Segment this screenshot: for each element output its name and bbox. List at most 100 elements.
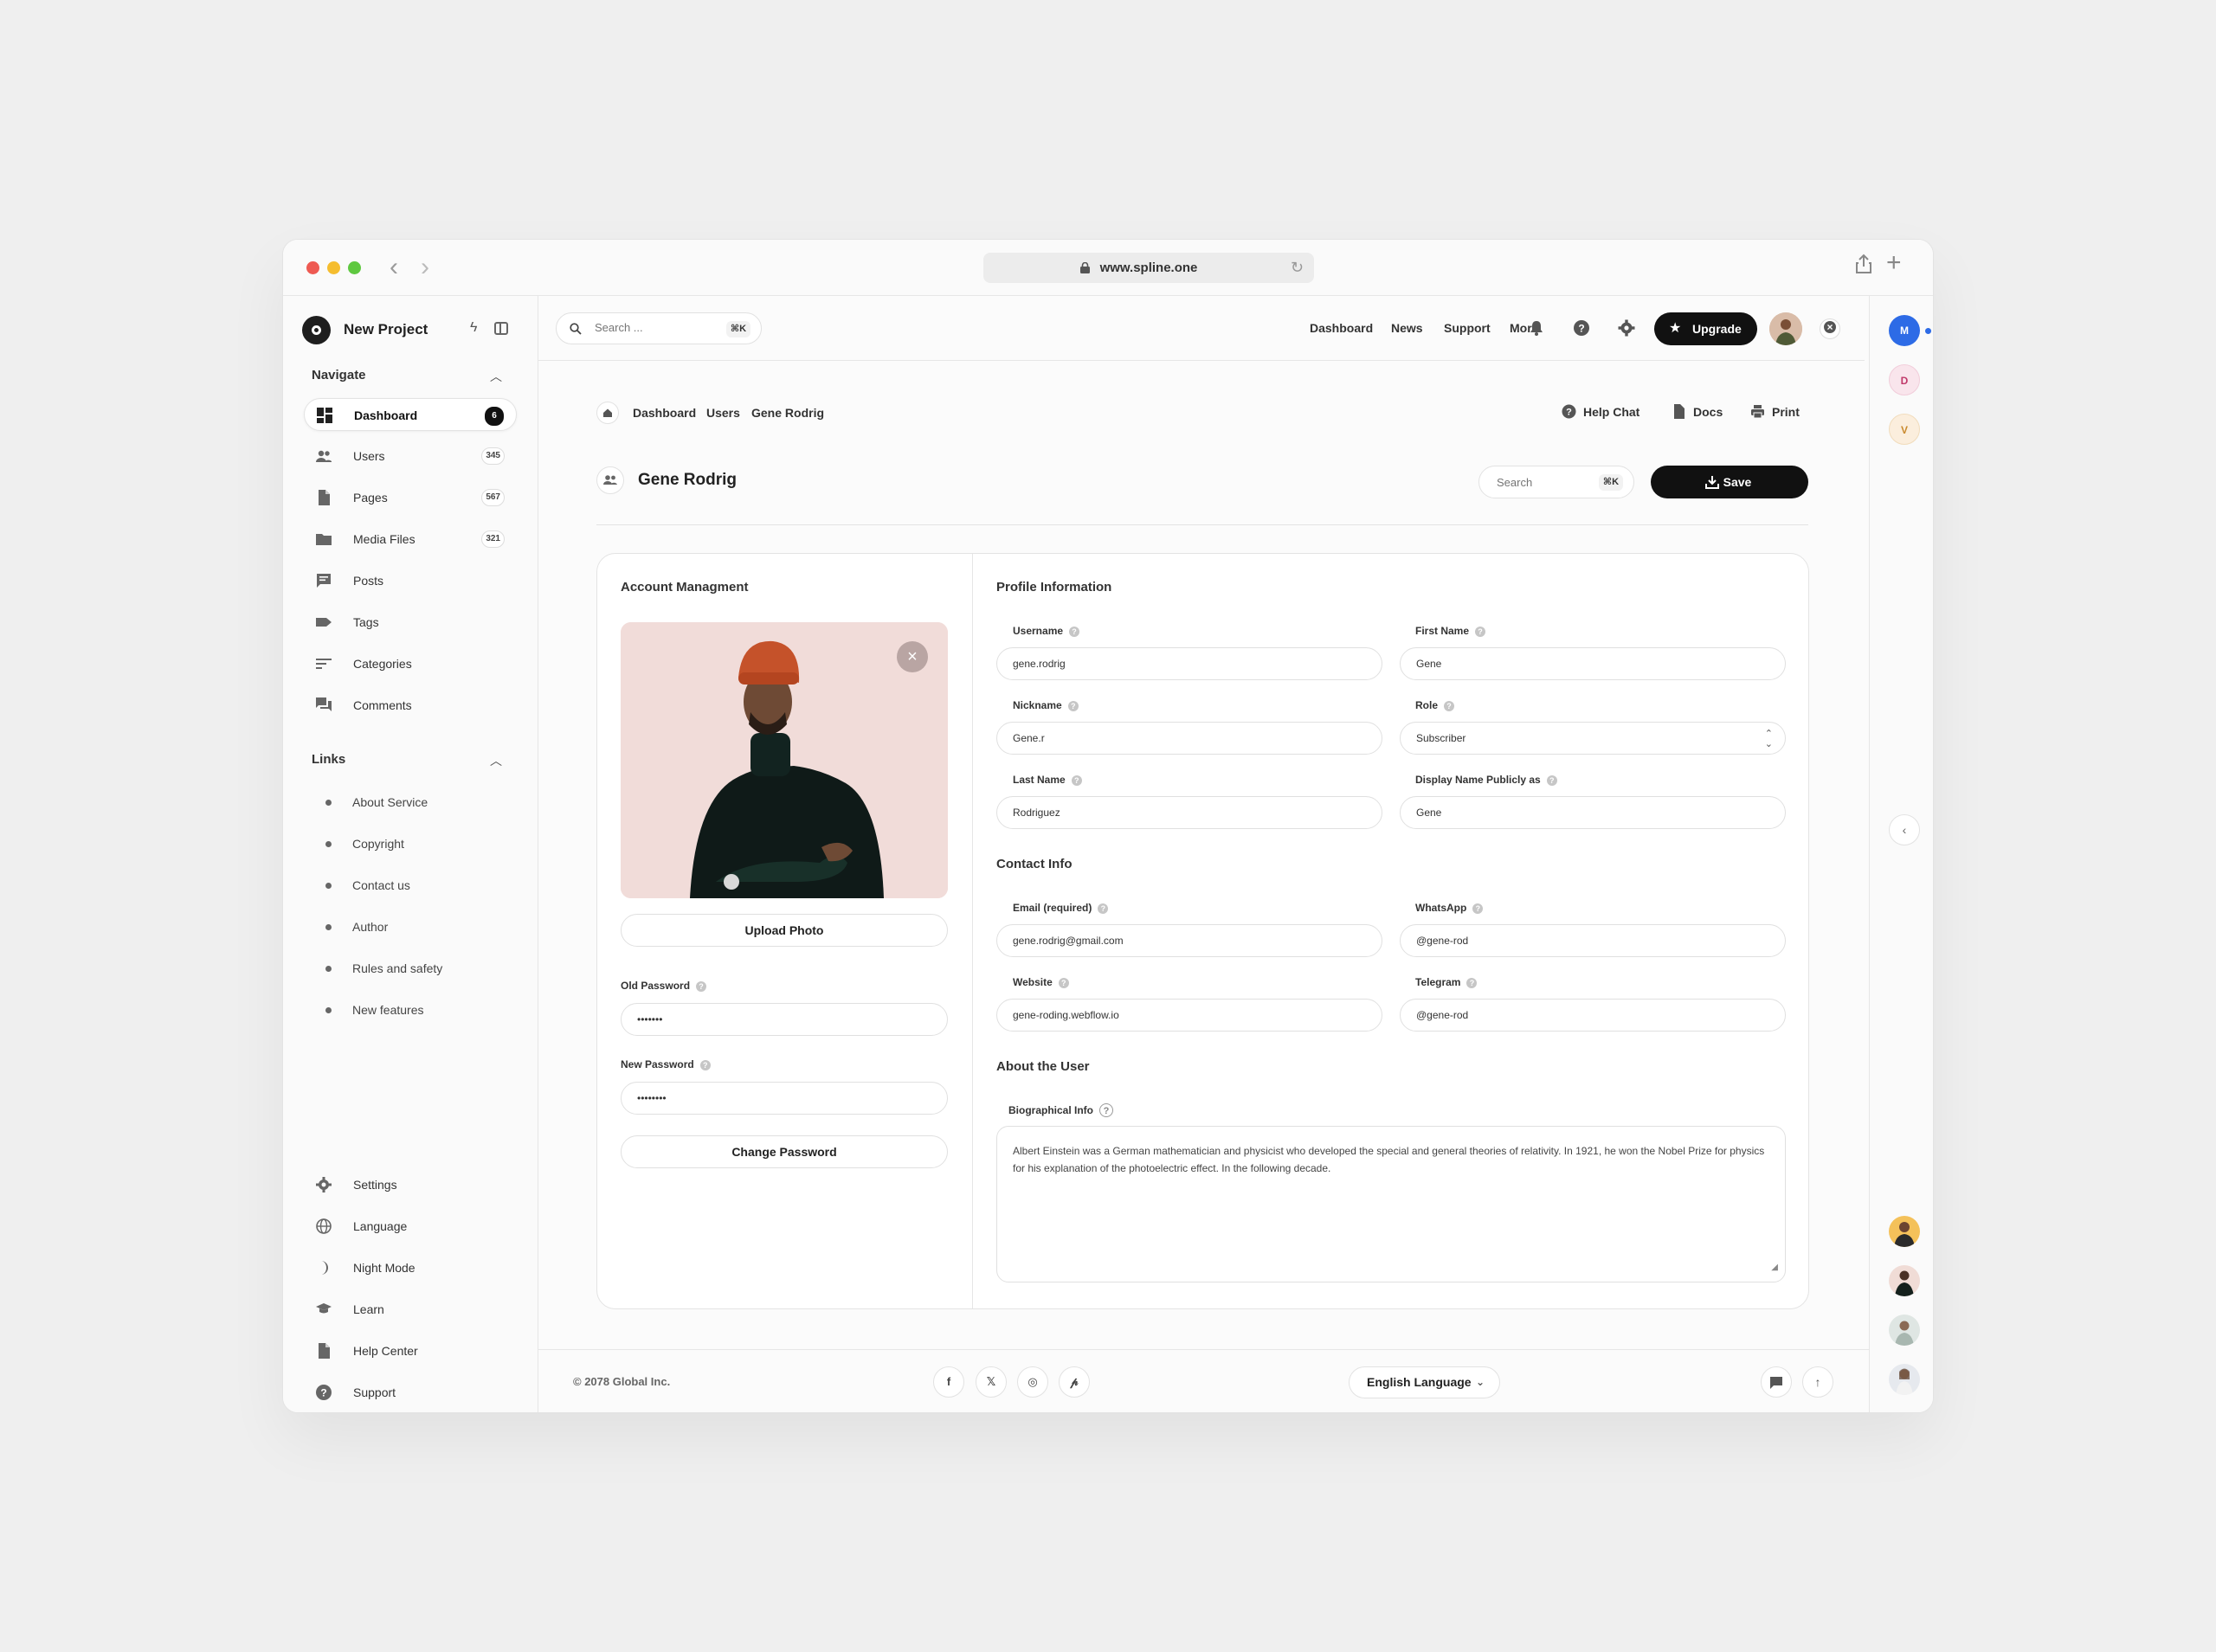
brand-logo — [302, 316, 331, 344]
forward-arrow-icon[interactable]: › — [415, 254, 435, 280]
email-field[interactable]: gene.rodrig@gmail.com — [996, 924, 1382, 957]
role-select[interactable]: Subscriber ⌃ ⌄ — [1400, 722, 1786, 755]
topnav-support[interactable]: Support — [1444, 321, 1491, 335]
sidebar-item-media-files[interactable]: Media Files 321 — [304, 523, 517, 556]
sidebar-item-language[interactable]: Language — [304, 1210, 517, 1243]
website-field[interactable]: gene-roding.webflow.io — [996, 999, 1382, 1032]
new-password-field[interactable]: •••••••• — [621, 1082, 948, 1115]
help-chat-button[interactable]: ? Help Chat — [1562, 404, 1639, 419]
breadcrumb-users[interactable]: Users — [706, 406, 740, 420]
close-icon[interactable] — [1820, 318, 1840, 339]
last-name-field[interactable]: Rodriguez — [996, 796, 1382, 829]
sidebar-item-label: Pages — [353, 491, 388, 505]
remove-photo-button[interactable]: × — [897, 641, 928, 672]
display-name-field[interactable]: Gene — [1400, 796, 1786, 829]
workspace-avatar-d[interactable]: D — [1889, 364, 1920, 395]
sidebar-item-support[interactable]: ? Support — [304, 1376, 517, 1409]
facebook-icon[interactable]: f — [933, 1366, 964, 1398]
gear-icon[interactable] — [1618, 319, 1635, 337]
home-icon[interactable] — [596, 402, 619, 424]
sidebar-item-learn[interactable]: Learn — [304, 1293, 517, 1326]
sidebar-item-tags[interactable]: Tags — [304, 606, 517, 639]
comments-icon — [316, 697, 332, 711]
sidebar-item-label: Settings — [353, 1178, 397, 1192]
sidebar-item-posts[interactable]: Posts — [304, 564, 517, 597]
reload-icon[interactable]: ↻ — [1291, 260, 1304, 275]
user-avatar[interactable] — [1769, 312, 1802, 345]
scroll-to-top-icon[interactable]: ↑ — [1802, 1366, 1833, 1398]
new-tab-icon[interactable]: + — [1886, 250, 1902, 276]
docs-button[interactable]: Docs — [1674, 404, 1723, 419]
workspace-avatar-v[interactable]: V — [1889, 414, 1920, 445]
folder-icon — [316, 534, 332, 545]
sidebar-item-night-mode[interactable]: Night Mode — [304, 1251, 517, 1284]
upgrade-button[interactable]: ★ Upgrade — [1654, 312, 1757, 345]
global-search[interactable]: ⌘K — [556, 312, 762, 344]
close-window-button[interactable] — [306, 261, 319, 274]
telegram-field[interactable]: @gene-rod — [1400, 999, 1786, 1032]
copyright-text: © 2078 Global Inc. — [573, 1375, 671, 1388]
chevron-down-icon: ⌄ — [1475, 1376, 1485, 1388]
first-name-field[interactable]: Gene — [1400, 647, 1786, 680]
member-avatar[interactable] — [1889, 1216, 1920, 1247]
workspace-avatar-m[interactable]: M — [1889, 315, 1920, 346]
sidebar-toggle-icon[interactable] — [494, 322, 508, 335]
link-label: Contact us — [352, 878, 410, 892]
back-arrow-icon[interactable]: ‹ — [383, 254, 404, 280]
print-label: Print — [1772, 405, 1800, 419]
svg-text:?: ? — [1578, 323, 1584, 335]
printer-icon — [1751, 405, 1764, 419]
nickname-field[interactable]: Gene.r — [996, 722, 1382, 755]
instagram-icon[interactable]: ◎ — [1017, 1366, 1048, 1398]
topnav-news[interactable]: News — [1391, 321, 1423, 335]
change-password-button[interactable]: Change Password — [621, 1135, 948, 1168]
member-avatar[interactable] — [1889, 1364, 1920, 1395]
member-avatar[interactable] — [1889, 1265, 1920, 1296]
whatsapp-field[interactable]: @gene-rod — [1400, 924, 1786, 957]
link-label: Rules and safety — [352, 961, 443, 975]
sidebar-item-dashboard[interactable]: Dashboard 6 — [304, 398, 517, 431]
chevron-up-icon[interactable]: ︿ — [490, 368, 502, 385]
sidebar-item-settings[interactable]: Settings — [304, 1168, 517, 1201]
save-button[interactable]: Save — [1651, 466, 1808, 498]
bio-textarea[interactable]: Albert Einstein was a German mathematici… — [996, 1126, 1786, 1282]
shortcut-hint: ⌘K — [726, 321, 750, 337]
minimize-window-button[interactable] — [327, 261, 340, 274]
gear-icon — [316, 1177, 332, 1192]
download-icon — [1705, 476, 1719, 489]
share-icon[interactable] — [1855, 254, 1872, 280]
chat-icon[interactable] — [1761, 1366, 1792, 1398]
sidebar-item-comments[interactable]: Comments — [304, 689, 517, 722]
help-icon[interactable]: ? — [1573, 319, 1590, 337]
url-text: www.spline.one — [1099, 260, 1198, 275]
member-avatar[interactable] — [1889, 1315, 1920, 1346]
count-badge: 567 — [481, 489, 505, 506]
email-label: Email (required)? — [1013, 902, 1109, 914]
sidebar-item-help-center[interactable]: Help Center — [304, 1334, 517, 1367]
chevron-up-icon[interactable]: ︿ — [490, 752, 502, 769]
pinterest-icon[interactable]: 𝓅 — [1059, 1366, 1090, 1398]
maximize-window-button[interactable] — [348, 261, 361, 274]
upload-photo-button[interactable]: Upload Photo — [621, 914, 948, 947]
bell-icon[interactable] — [1528, 319, 1545, 337]
breadcrumb-dashboard[interactable]: Dashboard — [633, 406, 696, 420]
collapse-panel-button[interactable]: ‹ — [1889, 814, 1920, 845]
x-icon[interactable]: 𝕏 — [976, 1366, 1007, 1398]
bolt-icon[interactable]: ϟ — [470, 320, 477, 336]
topnav-dashboard[interactable]: Dashboard — [1310, 321, 1373, 335]
sidebar-item-pages[interactable]: Pages 567 — [304, 481, 517, 514]
search-input[interactable] — [595, 321, 707, 334]
address-bar[interactable]: www.spline.one ↻ — [983, 253, 1314, 283]
language-select[interactable]: English Language ⌄ — [1349, 1366, 1500, 1398]
page-search[interactable]: ⌘K — [1478, 466, 1634, 498]
website-label: Website? — [1013, 976, 1069, 988]
old-password-field[interactable]: ••••••• — [621, 1003, 948, 1036]
resize-handle[interactable]: ◢ — [1771, 1259, 1778, 1276]
sidebar-item-users[interactable]: Users 345 — [304, 440, 517, 472]
print-button[interactable]: Print — [1751, 405, 1800, 419]
bio-label: Biographical Info? — [1008, 1103, 1114, 1117]
sidebar-item-categories[interactable]: Categories — [304, 647, 517, 680]
page-search-input[interactable] — [1497, 476, 1583, 489]
new-password-label: New Password? — [621, 1058, 711, 1070]
username-field[interactable]: gene.rodrig — [996, 647, 1382, 680]
